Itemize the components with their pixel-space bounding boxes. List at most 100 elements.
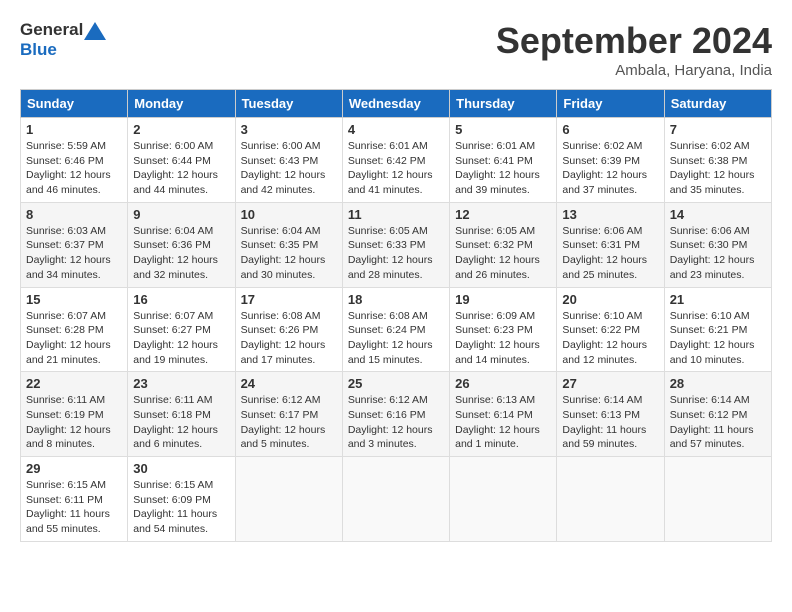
- day-number: 4: [348, 122, 444, 137]
- table-row: 16 Sunrise: 6:07 AM Sunset: 6:27 PM Dayl…: [128, 287, 235, 372]
- table-row: 9 Sunrise: 6:04 AM Sunset: 6:36 PM Dayli…: [128, 202, 235, 287]
- day-number: 12: [455, 207, 551, 222]
- day-number: 9: [133, 207, 229, 222]
- col-wednesday: Wednesday: [342, 90, 449, 118]
- day-info: Sunrise: 6:12 AM Sunset: 6:16 PM Dayligh…: [348, 393, 444, 452]
- day-number: 6: [562, 122, 658, 137]
- table-row: 25 Sunrise: 6:12 AM Sunset: 6:16 PM Dayl…: [342, 372, 449, 457]
- day-number: 17: [241, 292, 337, 307]
- calendar-week-row: 15 Sunrise: 6:07 AM Sunset: 6:28 PM Dayl…: [21, 287, 772, 372]
- table-row: 27 Sunrise: 6:14 AM Sunset: 6:13 PM Dayl…: [557, 372, 664, 457]
- table-row: [450, 457, 557, 542]
- table-row: 3 Sunrise: 6:00 AM Sunset: 6:43 PM Dayli…: [235, 118, 342, 203]
- day-info: Sunrise: 6:08 AM Sunset: 6:26 PM Dayligh…: [241, 309, 337, 368]
- day-info: Sunrise: 6:11 AM Sunset: 6:18 PM Dayligh…: [133, 393, 229, 452]
- day-number: 29: [26, 461, 122, 476]
- day-info: Sunrise: 6:02 AM Sunset: 6:39 PM Dayligh…: [562, 139, 658, 198]
- table-row: 29 Sunrise: 6:15 AM Sunset: 6:11 PM Dayl…: [21, 457, 128, 542]
- logo: General Blue: [20, 20, 107, 61]
- table-row: [235, 457, 342, 542]
- logo-blue: Blue: [20, 40, 57, 59]
- day-number: 2: [133, 122, 229, 137]
- day-number: 1: [26, 122, 122, 137]
- day-number: 26: [455, 376, 551, 391]
- table-row: 12 Sunrise: 6:05 AM Sunset: 6:32 PM Dayl…: [450, 202, 557, 287]
- day-info: Sunrise: 6:14 AM Sunset: 6:13 PM Dayligh…: [562, 393, 658, 452]
- col-monday: Monday: [128, 90, 235, 118]
- day-info: Sunrise: 6:04 AM Sunset: 6:35 PM Dayligh…: [241, 224, 337, 283]
- month-title: September 2024: [496, 20, 772, 62]
- location: Ambala, Haryana, India: [496, 62, 772, 79]
- day-info: Sunrise: 6:08 AM Sunset: 6:24 PM Dayligh…: [348, 309, 444, 368]
- day-info: Sunrise: 6:06 AM Sunset: 6:30 PM Dayligh…: [670, 224, 766, 283]
- day-info: Sunrise: 6:04 AM Sunset: 6:36 PM Dayligh…: [133, 224, 229, 283]
- table-row: [557, 457, 664, 542]
- day-info: Sunrise: 6:07 AM Sunset: 6:28 PM Dayligh…: [26, 309, 122, 368]
- day-info: Sunrise: 6:11 AM Sunset: 6:19 PM Dayligh…: [26, 393, 122, 452]
- table-row: 8 Sunrise: 6:03 AM Sunset: 6:37 PM Dayli…: [21, 202, 128, 287]
- day-info: Sunrise: 6:09 AM Sunset: 6:23 PM Dayligh…: [455, 309, 551, 368]
- table-row: 30 Sunrise: 6:15 AM Sunset: 6:09 PM Dayl…: [128, 457, 235, 542]
- calendar-week-row: 8 Sunrise: 6:03 AM Sunset: 6:37 PM Dayli…: [21, 202, 772, 287]
- table-row: 7 Sunrise: 6:02 AM Sunset: 6:38 PM Dayli…: [664, 118, 771, 203]
- table-row: 6 Sunrise: 6:02 AM Sunset: 6:39 PM Dayli…: [557, 118, 664, 203]
- col-friday: Friday: [557, 90, 664, 118]
- day-number: 24: [241, 376, 337, 391]
- table-row: 15 Sunrise: 6:07 AM Sunset: 6:28 PM Dayl…: [21, 287, 128, 372]
- day-info: Sunrise: 6:05 AM Sunset: 6:32 PM Dayligh…: [455, 224, 551, 283]
- day-number: 19: [455, 292, 551, 307]
- table-row: 21 Sunrise: 6:10 AM Sunset: 6:21 PM Dayl…: [664, 287, 771, 372]
- day-info: Sunrise: 6:07 AM Sunset: 6:27 PM Dayligh…: [133, 309, 229, 368]
- day-number: 7: [670, 122, 766, 137]
- table-row: 10 Sunrise: 6:04 AM Sunset: 6:35 PM Dayl…: [235, 202, 342, 287]
- day-info: Sunrise: 6:10 AM Sunset: 6:21 PM Dayligh…: [670, 309, 766, 368]
- table-row: 23 Sunrise: 6:11 AM Sunset: 6:18 PM Dayl…: [128, 372, 235, 457]
- day-info: Sunrise: 6:03 AM Sunset: 6:37 PM Dayligh…: [26, 224, 122, 283]
- logo-general: General: [20, 20, 83, 39]
- day-number: 16: [133, 292, 229, 307]
- col-saturday: Saturday: [664, 90, 771, 118]
- day-info: Sunrise: 6:01 AM Sunset: 6:42 PM Dayligh…: [348, 139, 444, 198]
- day-number: 28: [670, 376, 766, 391]
- day-number: 14: [670, 207, 766, 222]
- table-row: [342, 457, 449, 542]
- day-info: Sunrise: 5:59 AM Sunset: 6:46 PM Dayligh…: [26, 139, 122, 198]
- day-number: 13: [562, 207, 658, 222]
- day-number: 18: [348, 292, 444, 307]
- day-number: 11: [348, 207, 444, 222]
- title-block: September 2024 Ambala, Haryana, India: [496, 20, 772, 79]
- table-row: 1 Sunrise: 5:59 AM Sunset: 6:46 PM Dayli…: [21, 118, 128, 203]
- day-info: Sunrise: 6:12 AM Sunset: 6:17 PM Dayligh…: [241, 393, 337, 452]
- calendar-week-row: 1 Sunrise: 5:59 AM Sunset: 6:46 PM Dayli…: [21, 118, 772, 203]
- day-info: Sunrise: 6:02 AM Sunset: 6:38 PM Dayligh…: [670, 139, 766, 198]
- page-header: General Blue September 2024 Ambala, Hary…: [20, 20, 772, 79]
- table-row: 17 Sunrise: 6:08 AM Sunset: 6:26 PM Dayl…: [235, 287, 342, 372]
- day-number: 3: [241, 122, 337, 137]
- day-info: Sunrise: 6:15 AM Sunset: 6:09 PM Dayligh…: [133, 478, 229, 537]
- day-info: Sunrise: 6:01 AM Sunset: 6:41 PM Dayligh…: [455, 139, 551, 198]
- table-row: 20 Sunrise: 6:10 AM Sunset: 6:22 PM Dayl…: [557, 287, 664, 372]
- day-number: 5: [455, 122, 551, 137]
- table-row: 5 Sunrise: 6:01 AM Sunset: 6:41 PM Dayli…: [450, 118, 557, 203]
- table-row: [664, 457, 771, 542]
- day-info: Sunrise: 6:00 AM Sunset: 6:44 PM Dayligh…: [133, 139, 229, 198]
- table-row: 4 Sunrise: 6:01 AM Sunset: 6:42 PM Dayli…: [342, 118, 449, 203]
- day-number: 22: [26, 376, 122, 391]
- day-number: 21: [670, 292, 766, 307]
- day-info: Sunrise: 6:06 AM Sunset: 6:31 PM Dayligh…: [562, 224, 658, 283]
- calendar-week-row: 29 Sunrise: 6:15 AM Sunset: 6:11 PM Dayl…: [21, 457, 772, 542]
- col-sunday: Sunday: [21, 90, 128, 118]
- day-info: Sunrise: 6:13 AM Sunset: 6:14 PM Dayligh…: [455, 393, 551, 452]
- logo-icon: [84, 22, 106, 40]
- table-row: 14 Sunrise: 6:06 AM Sunset: 6:30 PM Dayl…: [664, 202, 771, 287]
- col-tuesday: Tuesday: [235, 90, 342, 118]
- table-row: 18 Sunrise: 6:08 AM Sunset: 6:24 PM Dayl…: [342, 287, 449, 372]
- table-row: 19 Sunrise: 6:09 AM Sunset: 6:23 PM Dayl…: [450, 287, 557, 372]
- table-row: 28 Sunrise: 6:14 AM Sunset: 6:12 PM Dayl…: [664, 372, 771, 457]
- day-number: 15: [26, 292, 122, 307]
- table-row: 11 Sunrise: 6:05 AM Sunset: 6:33 PM Dayl…: [342, 202, 449, 287]
- day-number: 23: [133, 376, 229, 391]
- table-row: 24 Sunrise: 6:12 AM Sunset: 6:17 PM Dayl…: [235, 372, 342, 457]
- day-info: Sunrise: 6:14 AM Sunset: 6:12 PM Dayligh…: [670, 393, 766, 452]
- col-thursday: Thursday: [450, 90, 557, 118]
